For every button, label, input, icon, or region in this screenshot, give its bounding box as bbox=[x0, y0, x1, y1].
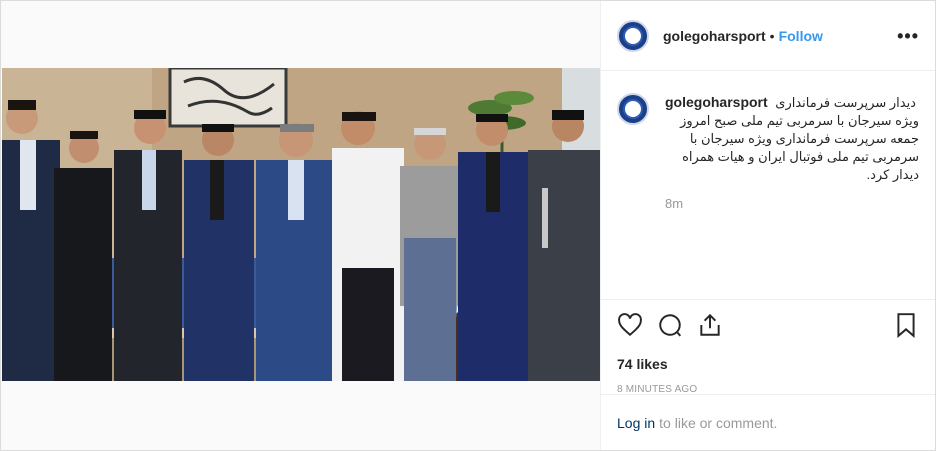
login-link[interactable]: Log in bbox=[617, 415, 655, 431]
group-photo-image bbox=[2, 68, 600, 381]
action-icons bbox=[617, 312, 919, 338]
club-logo-icon bbox=[623, 25, 643, 46]
caption-text-start: دیدار سرپرست فرمانداری bbox=[775, 95, 916, 110]
post-media bbox=[1, 1, 601, 450]
post-caption: golegoharsport دیدار سرپرست فرمانداری وی… bbox=[665, 93, 919, 184]
caption-text: ویژه سیرجان با سرمربی تیم ملی صبح امروز … bbox=[680, 113, 919, 182]
club-logo-icon bbox=[623, 99, 643, 119]
instagram-post: golegoharsport • Follow ••• golegoharspo… bbox=[0, 0, 936, 451]
caption-first-line: golegoharsport دیدار سرپرست فرمانداری bbox=[665, 93, 919, 112]
post-header: golegoharsport • Follow ••• bbox=[601, 1, 935, 71]
profile-avatar[interactable] bbox=[617, 19, 649, 52]
post-sidebar: golegoharsport • Follow ••• golegoharspo… bbox=[601, 1, 935, 450]
caption-avatar[interactable] bbox=[617, 93, 649, 125]
likes-count[interactable]: 74 likes bbox=[617, 356, 919, 372]
comment-bubble-icon[interactable] bbox=[657, 312, 683, 338]
comments-section: golegoharsport دیدار سرپرست فرمانداری وی… bbox=[601, 71, 935, 299]
add-comment-section: Log in to like or comment. bbox=[601, 394, 935, 450]
login-prompt-text: to like or comment. bbox=[659, 414, 778, 431]
more-options-icon[interactable]: ••• bbox=[897, 27, 919, 45]
header-username[interactable]: golegoharsport bbox=[663, 28, 766, 44]
post-photo[interactable] bbox=[2, 68, 600, 381]
caption-timestamp[interactable]: 8m bbox=[665, 196, 919, 211]
post-actions: 74 likes 8 MINUTES AGO bbox=[601, 299, 935, 395]
heart-icon[interactable] bbox=[617, 312, 643, 338]
share-icon[interactable] bbox=[697, 312, 723, 338]
caption-username[interactable]: golegoharsport bbox=[665, 94, 768, 110]
bookmark-icon[interactable] bbox=[893, 312, 919, 338]
follow-button[interactable]: Follow bbox=[779, 28, 823, 44]
header-separator: • bbox=[769, 27, 775, 44]
